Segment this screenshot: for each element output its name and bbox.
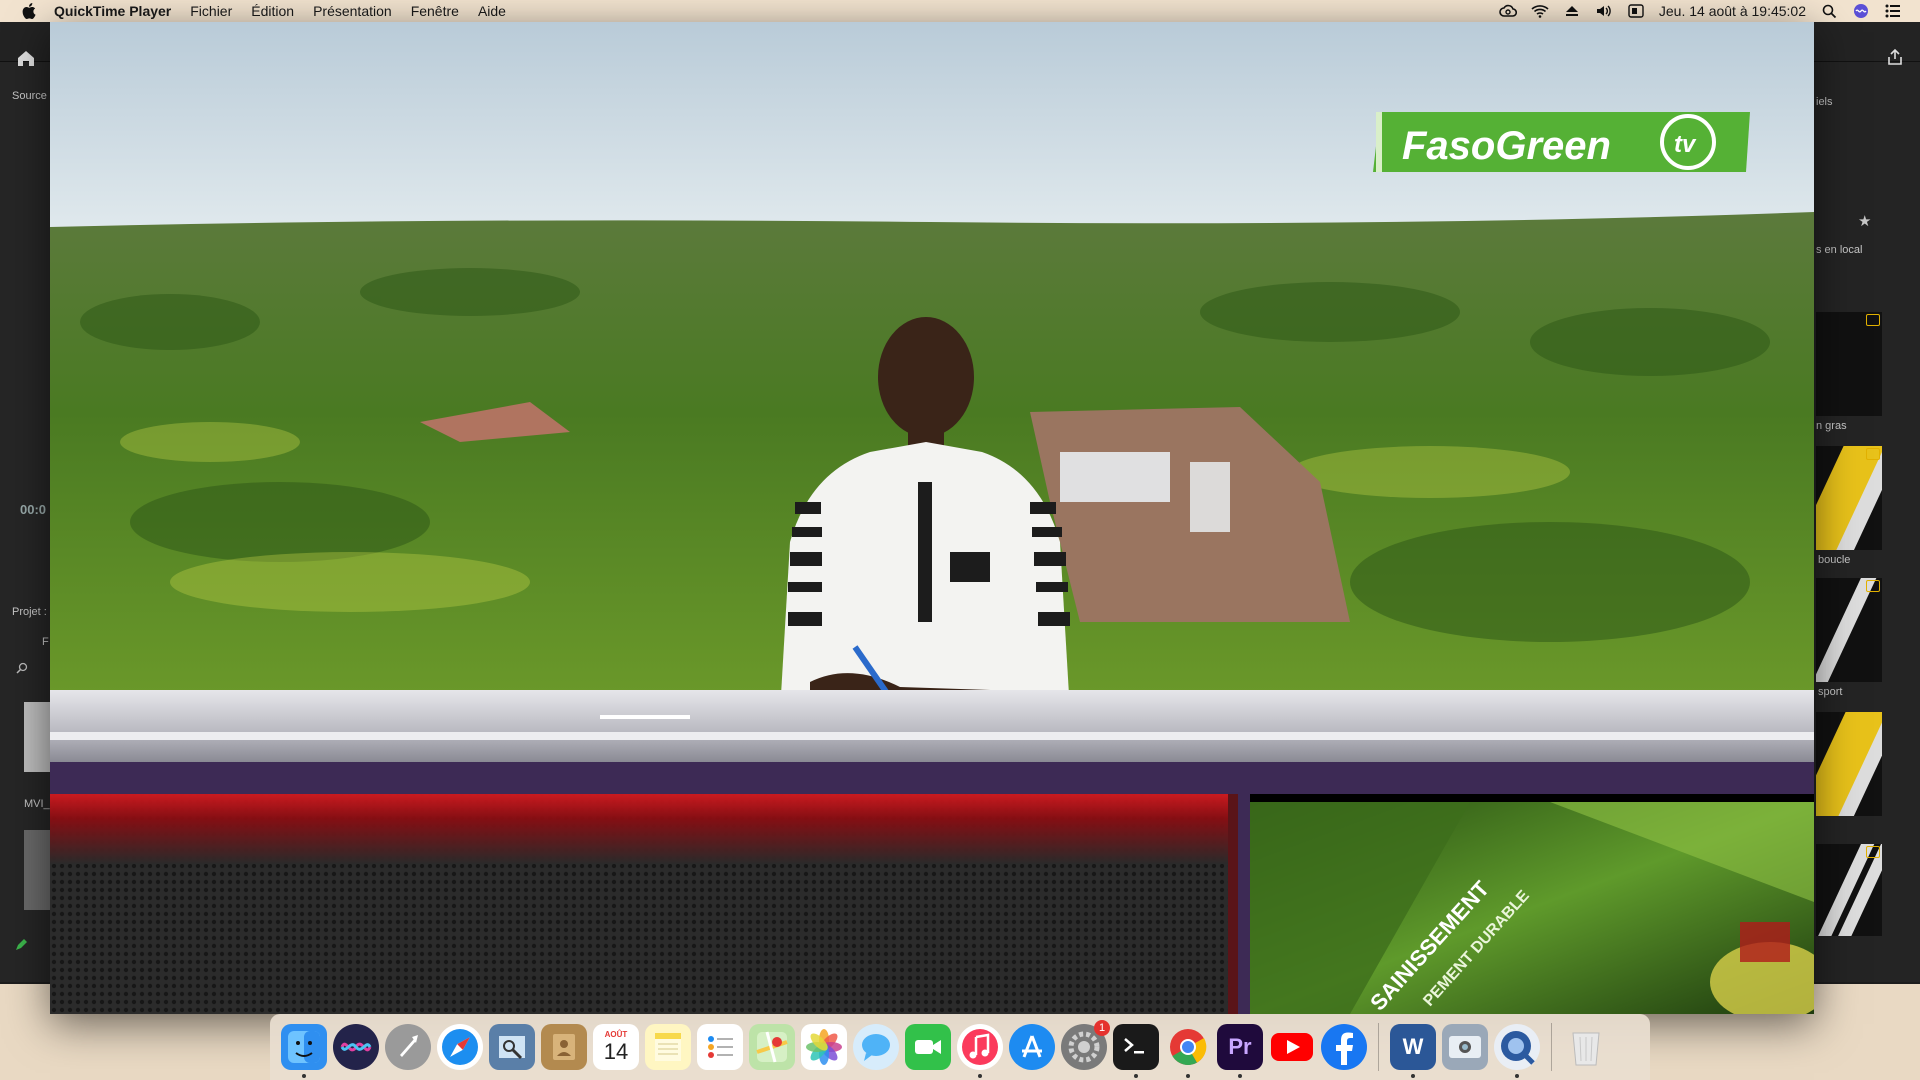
spotlight-search-icon[interactable] (1820, 3, 1838, 19)
panel-divider-purple (1238, 794, 1250, 1014)
quicktime-icon[interactable] (1494, 1024, 1540, 1078)
launchpad-icon[interactable] (385, 1024, 431, 1070)
sidecar-display-icon[interactable] (1627, 3, 1645, 19)
waterfall-2 (1190, 462, 1230, 532)
siri-menubar-icon[interactable] (1852, 3, 1870, 19)
sysprefs-badge: 1 (1094, 1020, 1110, 1036)
music-icon[interactable] (957, 1024, 1003, 1078)
project-clip-label: MVI_ (24, 798, 50, 810)
video-frame[interactable]: FasoGreen tv SAINISSEMENT PEMENT DURABLE (50, 22, 1814, 1014)
wifi-icon[interactable] (1531, 3, 1549, 19)
svg-text:FasoGreen: FasoGreen (1402, 124, 1611, 168)
right-panel-label-5: sport (1818, 686, 1843, 698)
share-icon[interactable] (1886, 48, 1908, 70)
contacts-icon[interactable] (541, 1024, 587, 1070)
menu-edition[interactable]: Édition (251, 3, 294, 19)
maps-icon[interactable] (749, 1024, 795, 1070)
inset-video: SAINISSEMENT PEMENT DURABLE (1250, 802, 1814, 1014)
project-tab[interactable]: Projet : (12, 606, 47, 618)
quicktime-player-window[interactable]: FasoGreen tv SAINISSEMENT PEMENT DURABLE (50, 22, 1814, 1014)
desk-edge-highlight (50, 732, 1814, 740)
dock-separator (1378, 1023, 1379, 1071)
news-desk-top (50, 690, 1814, 762)
preview-icon[interactable] (489, 1024, 535, 1070)
desk-purple-band (50, 762, 1814, 794)
photos-icon[interactable] (801, 1024, 847, 1070)
system-preferences-icon[interactable]: 1 (1061, 1020, 1110, 1070)
status-area: Jeu. 14 août à 19:45:02 (1499, 3, 1920, 19)
dock-separator-2 (1551, 1023, 1552, 1071)
project-search-icon[interactable] (16, 662, 30, 676)
source-tab[interactable]: Source (12, 90, 47, 102)
volume-icon[interactable] (1595, 3, 1613, 19)
menu-app-name[interactable]: QuickTime Player (54, 3, 171, 19)
favorite-star-icon[interactable]: ★ (1858, 212, 1871, 230)
pen-tool-icon[interactable] (14, 938, 28, 952)
word-label: W (1402, 1034, 1424, 1059)
fasogreen-logo: FasoGreen tv (1373, 112, 1750, 172)
home-icon[interactable] (16, 48, 38, 70)
menu-bar: QuickTime Player Fichier Édition Présent… (0, 0, 1920, 22)
word-icon[interactable]: W (1390, 1024, 1436, 1078)
menubar-clock[interactable]: Jeu. 14 août à 19:45:02 (1659, 3, 1806, 19)
panel-divider (1228, 794, 1238, 1014)
apple-menu-icon[interactable] (18, 0, 40, 22)
messages-icon[interactable] (853, 1024, 899, 1070)
project-clip-thumbnail-2[interactable] (24, 830, 50, 910)
lower-third-red-band (50, 794, 1228, 864)
terminal-icon[interactable] (1113, 1024, 1159, 1078)
notes-icon[interactable] (645, 1024, 691, 1070)
right-panel-label-1: iels (1816, 96, 1833, 108)
facebook-icon[interactable] (1321, 1024, 1367, 1070)
menu-fenetre[interactable]: Fenêtre (411, 3, 459, 19)
appstore-icon[interactable] (1009, 1024, 1055, 1070)
trash-icon[interactable] (1563, 1024, 1609, 1070)
dock: AOÛT 14 1 Pr W (270, 1014, 1650, 1080)
eject-icon[interactable] (1563, 3, 1581, 19)
notification-center-icon[interactable] (1884, 3, 1902, 19)
screenshot-icon[interactable] (1442, 1024, 1488, 1070)
premiere-label: Pr (1228, 1034, 1252, 1059)
svg-text:tv: tv (1674, 131, 1697, 158)
right-panel-label-2: s en local (1816, 244, 1863, 256)
right-panel-label-4: boucle (1818, 554, 1851, 566)
reminders-icon[interactable] (697, 1024, 743, 1070)
menu-presentation[interactable]: Présentation (313, 3, 392, 19)
template-thumbnail-1[interactable] (1816, 312, 1882, 416)
calendar-icon[interactable]: AOÛT 14 (593, 1024, 639, 1070)
siri-icon[interactable] (333, 1024, 379, 1070)
source-timecode: 00:0 (20, 502, 47, 517)
right-panel-label-3: n gras (1816, 420, 1847, 432)
premiere-icon[interactable]: Pr (1217, 1024, 1263, 1078)
template-thumbnail-3[interactable] (1816, 578, 1882, 682)
template-thumbnail-4[interactable] (1816, 712, 1882, 816)
waterfall (1060, 452, 1170, 502)
youtube-icon[interactable] (1269, 1024, 1315, 1070)
menu-aide[interactable]: Aide (478, 3, 506, 19)
chrome-icon[interactable] (1165, 1024, 1211, 1078)
safari-icon[interactable] (437, 1024, 483, 1070)
desk-reflection (600, 715, 690, 719)
finder-icon[interactable] (281, 1024, 327, 1078)
template-thumbnail-2[interactable] (1816, 446, 1882, 550)
menu-fichier[interactable]: Fichier (190, 3, 232, 19)
template-thumbnail-5[interactable] (1816, 844, 1882, 936)
facetime-icon[interactable] (905, 1024, 951, 1070)
project-clip-thumbnail[interactable] (24, 702, 50, 772)
project-folder-label: F (42, 636, 49, 648)
creative-cloud-icon[interactable] (1499, 3, 1517, 19)
calendar-day: 14 (603, 1039, 629, 1064)
